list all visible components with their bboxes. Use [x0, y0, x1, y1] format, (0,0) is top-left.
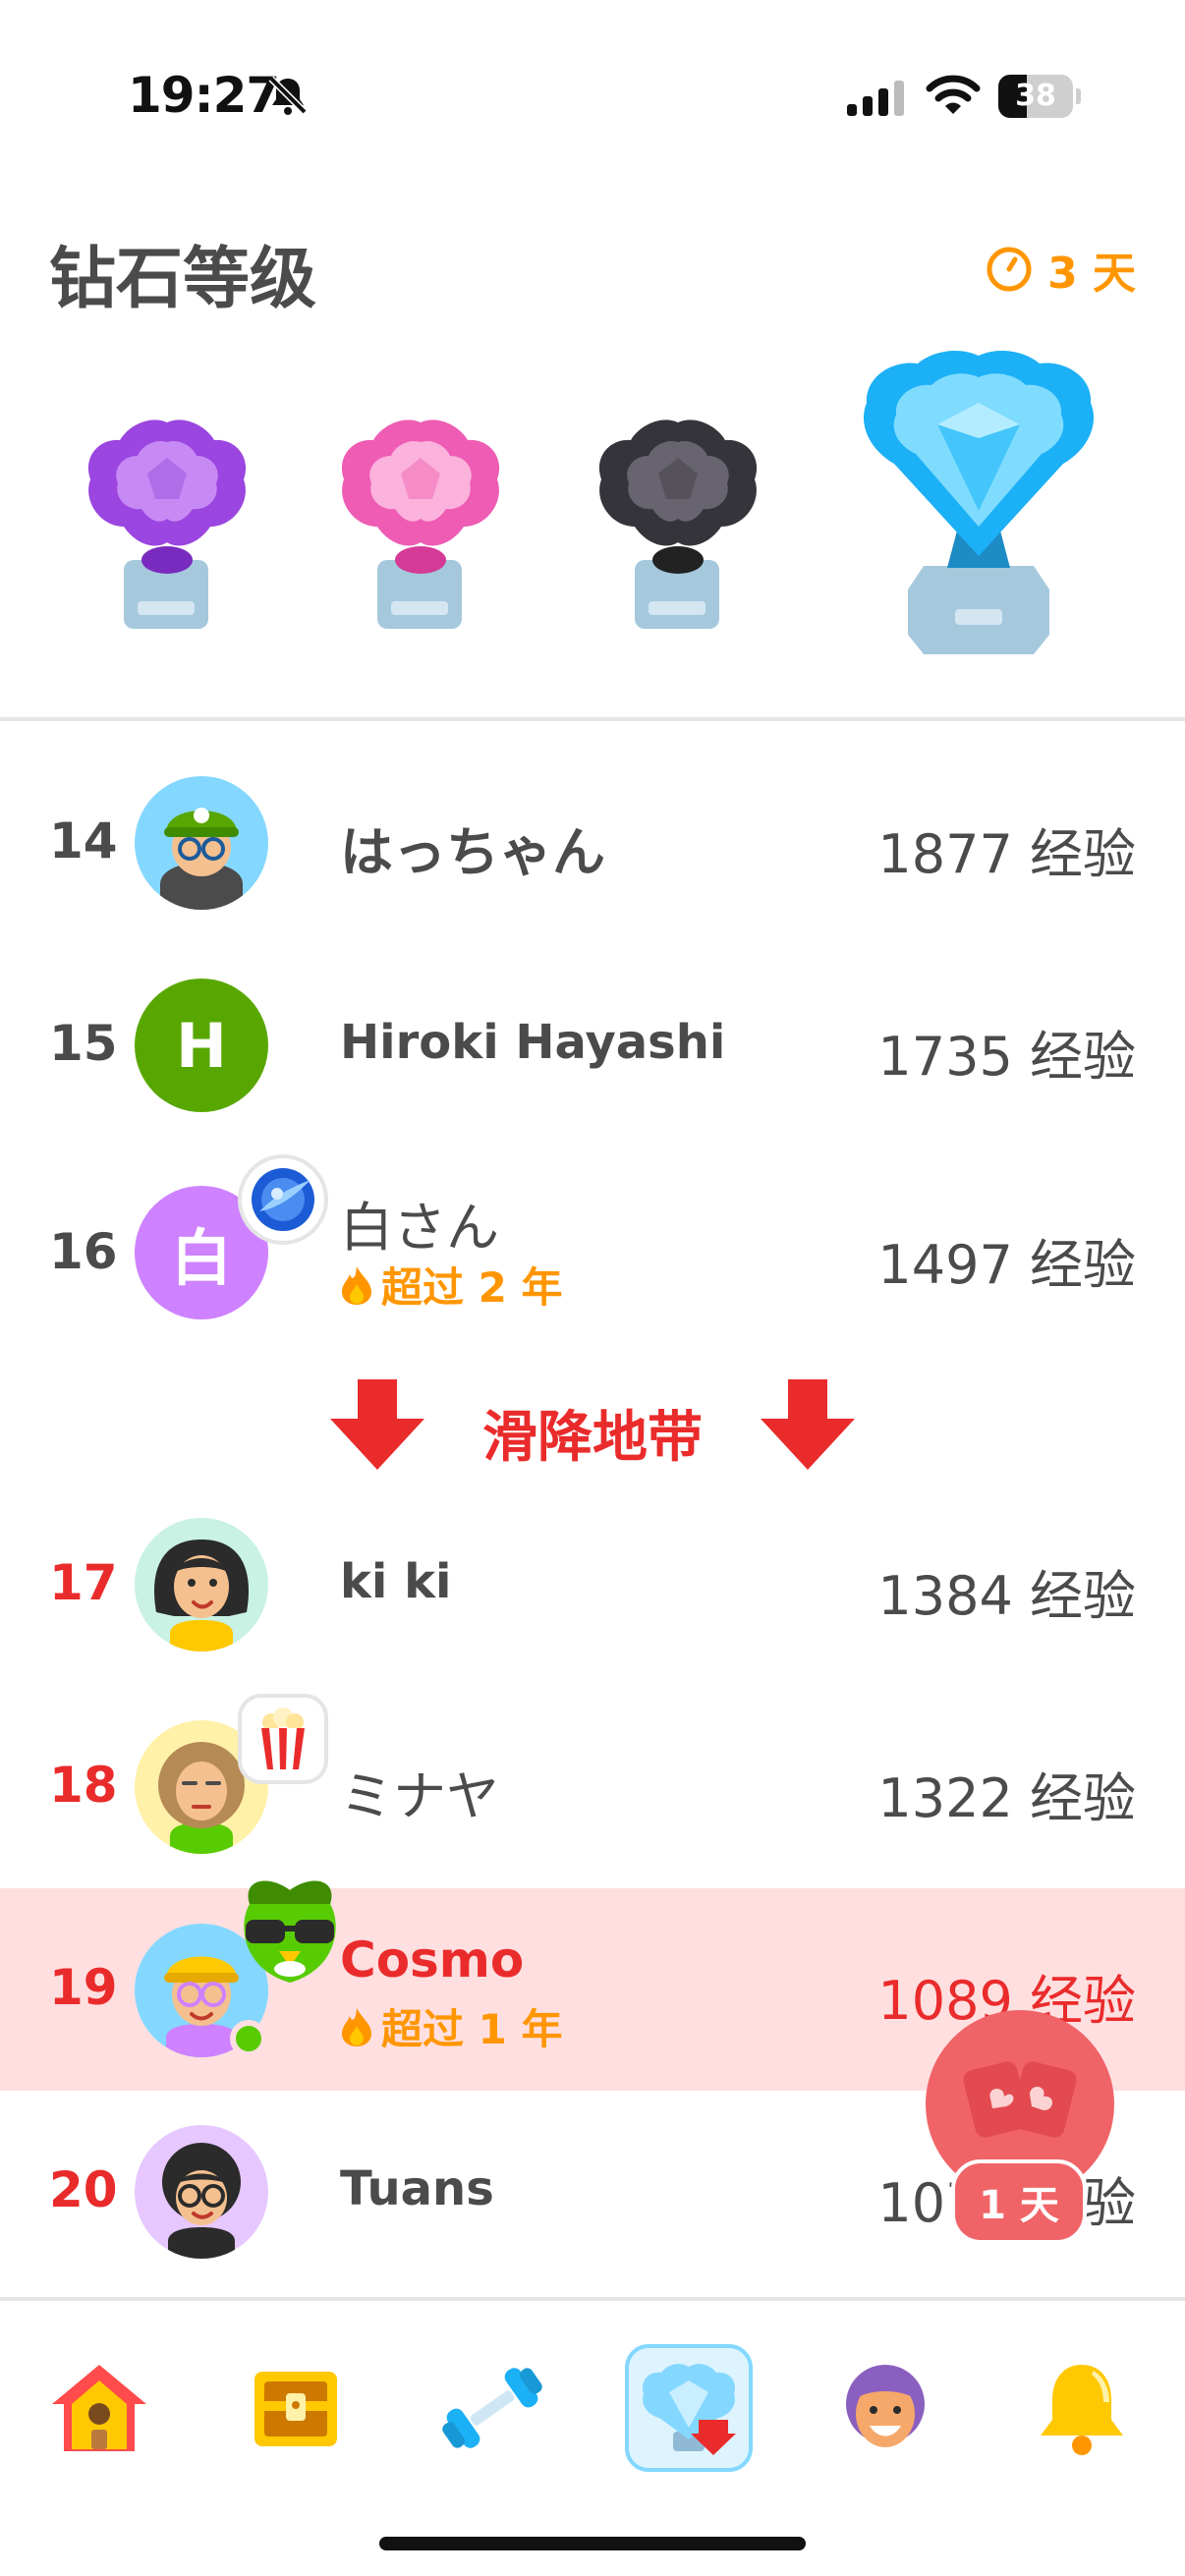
user-name: はっちゃん — [340, 821, 605, 883]
leaderboard-row[interactable]: 14 はっちゃん 1877 经验 — [0, 742, 1185, 944]
diamond-trophy-icon[interactable] — [853, 344, 1104, 660]
streak-label: 超过 1 年 — [381, 2005, 563, 2053]
avatar-letter: 白 — [170, 1222, 232, 1294]
wifi-icon — [926, 75, 981, 114]
dumbbell-icon — [442, 2368, 542, 2448]
avatar[interactable]: H — [135, 979, 268, 1112]
galaxy-badge-icon — [238, 1154, 328, 1245]
rank: 16 — [49, 1223, 118, 1280]
rank: 19 — [49, 1959, 118, 2016]
clock-icon — [987, 247, 1032, 292]
leaderboard-row[interactable]: 15 H Hiroki Hayashi 1735 经验 — [0, 944, 1185, 1147]
bell-icon — [1041, 2365, 1123, 2455]
page-title: 钻石等级 — [49, 241, 317, 318]
bell-off-icon — [268, 76, 308, 115]
user-xp: 1384 经验 — [877, 1565, 1136, 1627]
demotion-zone-label: 滑降地带 — [482, 1406, 703, 1470]
user-xp: 1735 经验 — [877, 1026, 1136, 1088]
flame-icon — [342, 1265, 371, 1305]
sunglasses-owl-badge-icon — [244, 1880, 336, 1983]
leaderboard-row[interactable]: 18 ミナヤ 1322 经验 — [0, 1686, 1185, 1888]
avatar-black-hair[interactable] — [135, 1518, 268, 1652]
rank: 15 — [49, 1015, 118, 1072]
user-name: Cosmo — [340, 1932, 525, 1988]
battery-icon: 38 — [998, 75, 1081, 118]
arrow-down-icon — [761, 1379, 855, 1470]
league-timer: 3 天 — [985, 238, 1136, 301]
popcorn-badge-icon — [238, 1694, 328, 1784]
friends-quest-icon — [963, 2061, 1077, 2138]
nav-chest[interactable] — [232, 2344, 360, 2472]
timer-label: 3 天 — [1047, 249, 1136, 299]
user-name: Tuans — [340, 2161, 494, 2216]
rank: 17 — [49, 1554, 118, 1611]
nav-profile[interactable] — [821, 2344, 949, 2472]
nav-home[interactable] — [35, 2344, 163, 2472]
profile-icon — [846, 2365, 925, 2447]
streak-info: 超过 1 年 — [340, 1996, 562, 2056]
league-trophies — [0, 334, 1185, 668]
flame-icon — [342, 2007, 371, 2046]
treasure-chest-icon — [254, 2372, 337, 2446]
streak-label: 超过 2 年 — [381, 1263, 563, 1312]
online-status-dot — [230, 2020, 267, 2057]
signal-icon — [847, 81, 904, 116]
nav-leaderboard[interactable] — [625, 2344, 753, 2472]
pearl-trophy-icon[interactable] — [330, 413, 511, 639]
user-xp: 1322 经验 — [877, 1767, 1136, 1829]
home-indicator — [379, 2537, 806, 2550]
rank: 20 — [49, 2161, 118, 2218]
leaderboard-row[interactable]: 16 白 白さん 超过 2 年 1497 经验 — [0, 1147, 1185, 1349]
user-xp: 1877 经验 — [877, 823, 1136, 885]
user-name: ki ki — [340, 1554, 452, 1609]
user-name: Hiroki Hayashi — [340, 1015, 726, 1070]
avatar-letter: H — [176, 1009, 227, 1082]
user-name: ミナヤ — [340, 1765, 499, 1827]
nav-notifications[interactable] — [1018, 2344, 1146, 2472]
status-time: 19:27 — [128, 67, 280, 124]
leaderboard-row[interactable]: 17 ki ki 1384 经验 — [0, 1484, 1185, 1686]
battery-level: 38 — [1015, 79, 1056, 113]
streak-info: 超过 2 年 — [340, 1255, 562, 1315]
home-icon — [52, 2365, 146, 2451]
leaderboard-trophy-icon — [642, 2364, 736, 2455]
amethyst-trophy-icon[interactable] — [77, 413, 257, 639]
rank: 14 — [49, 812, 118, 869]
header-divider — [0, 717, 1185, 721]
nav-practice[interactable] — [428, 2344, 556, 2472]
avatar-curly-glasses[interactable] — [135, 2125, 268, 2259]
bottom-nav — [0, 2301, 1185, 2497]
demotion-zone: 滑降地带 — [0, 1356, 1185, 1484]
friends-quest-timer[interactable]: 1 天 — [951, 2159, 1087, 2244]
avatar-green-cap[interactable] — [135, 776, 268, 910]
user-xp: 1497 经验 — [877, 1234, 1136, 1296]
user-name: 白さん — [340, 1197, 499, 1259]
rank: 18 — [49, 1757, 118, 1814]
obsidian-trophy-icon[interactable] — [588, 413, 768, 639]
status-bar: 19:27 38 — [0, 0, 1185, 187]
